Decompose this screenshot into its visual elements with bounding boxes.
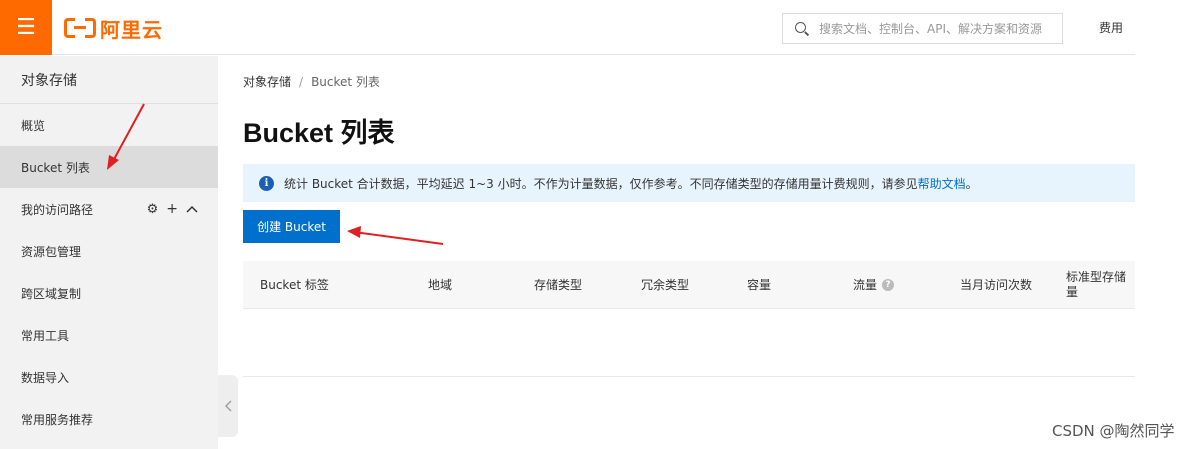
- sidebar-item-recommended-services[interactable]: 常用服务推荐: [0, 398, 218, 440]
- column-header-storage-class[interactable]: 存储类型: [534, 261, 582, 309]
- sidebar-item-data-import[interactable]: 数据导入: [0, 356, 218, 398]
- aliyun-logo[interactable]: 阿里云: [64, 14, 163, 42]
- search-icon: [795, 21, 809, 36]
- sidebar-item-tools: ⚙ +: [147, 188, 198, 230]
- create-bucket-button[interactable]: 创建 Bucket: [243, 210, 340, 243]
- column-label: 容量: [747, 277, 772, 292]
- gear-icon[interactable]: ⚙: [147, 202, 159, 217]
- top-bar: ☰ 阿里云 费用: [0, 0, 1135, 55]
- sidebar-item-my-access-paths[interactable]: 我的访问路径 ⚙ +: [0, 188, 218, 230]
- table-body: [243, 309, 1135, 377]
- sidebar-item-label: 资源包管理: [21, 244, 82, 259]
- column-header-capacity[interactable]: 容量: [747, 261, 771, 309]
- sidebar-item-overview[interactable]: 概览: [0, 104, 218, 146]
- sidebar-item-resource-packages[interactable]: 资源包管理: [0, 230, 218, 272]
- breadcrumb-oss[interactable]: 对象存储: [243, 75, 291, 89]
- sidebar-item-label: 常用服务推荐: [21, 412, 94, 427]
- column-header-bucket-tag[interactable]: Bucket 标签: [260, 261, 329, 309]
- column-header-monthly-requests[interactable]: 当月访问次数: [960, 261, 1032, 309]
- sidebar-collapse-button[interactable]: [218, 375, 238, 437]
- arrow-to-create-button: [347, 226, 444, 245]
- notice-suffix: 。: [965, 176, 978, 191]
- sidebar-item-label: 常用工具: [21, 328, 70, 343]
- sidebar-item-label: Bucket 列表: [21, 160, 90, 175]
- aliyun-logo-icon: [64, 18, 96, 38]
- breadcrumb: 对象存储 / Bucket 列表: [243, 73, 380, 90]
- sidebar: 对象存储 概览 Bucket 列表 我的访问路径 ⚙ + 资源包管理 跨区域复制…: [0, 56, 218, 449]
- notice-text: 统计 Bucket 合计数据，平均延迟 1~3 小时。不作为计量数据，仅作参考。…: [284, 176, 918, 191]
- help-icon[interactable]: ?: [882, 279, 895, 291]
- info-icon: i: [259, 175, 274, 191]
- breadcrumb-separator: /: [299, 75, 304, 89]
- page-title: Bucket 列表: [243, 118, 395, 148]
- sidebar-item-tools[interactable]: 常用工具: [0, 314, 218, 356]
- sidebar-item-bucket-list[interactable]: Bucket 列表: [0, 146, 218, 188]
- sidebar-item-label: 跨区域复制: [21, 286, 82, 301]
- breadcrumb-current: Bucket 列表: [311, 75, 380, 89]
- column-header-redundancy-type[interactable]: 冗余类型: [641, 261, 689, 309]
- column-label: 标准型存储量: [1066, 270, 1127, 299]
- column-label: 流量: [853, 277, 878, 292]
- search-input[interactable]: [819, 21, 1059, 36]
- sidebar-item-label: 我的访问路径: [21, 202, 94, 217]
- column-label: 存储类型: [534, 277, 583, 292]
- column-header-standard-storage[interactable]: 标准型存储量: [1066, 261, 1134, 309]
- sidebar-item-label: 数据导入: [21, 370, 70, 385]
- chevron-left-icon: [225, 400, 232, 412]
- menu-icon[interactable]: ☰: [0, 0, 52, 55]
- watermark: CSDN @陶然同学: [1052, 422, 1175, 440]
- chevron-up-icon[interactable]: [186, 205, 198, 213]
- search-box[interactable]: [782, 13, 1063, 44]
- table-header: Bucket 标签 地域 存储类型 冗余类型 容量 流量 ? 当月访问次数 标准…: [243, 261, 1135, 309]
- column-header-region[interactable]: 地域: [428, 261, 452, 309]
- sidebar-title: 对象存储: [0, 56, 218, 104]
- column-label: 冗余类型: [641, 277, 690, 292]
- sidebar-item-label: 概览: [21, 118, 46, 133]
- column-label: Bucket 标签: [260, 277, 329, 292]
- logo-text: 阿里云: [100, 17, 163, 42]
- column-label: 地域: [428, 277, 453, 292]
- sidebar-item-cross-region-replication[interactable]: 跨区域复制: [0, 272, 218, 314]
- column-label: 当月访问次数: [960, 277, 1033, 292]
- info-notice: i 统计 Bucket 合计数据，平均延迟 1~3 小时。不作为计量数据，仅作参…: [243, 164, 1135, 202]
- fees-link[interactable]: 费用: [1099, 19, 1123, 36]
- help-doc-link[interactable]: 帮助文档: [918, 175, 966, 192]
- column-header-traffic[interactable]: 流量 ?: [853, 261, 895, 309]
- plus-icon[interactable]: +: [166, 201, 178, 217]
